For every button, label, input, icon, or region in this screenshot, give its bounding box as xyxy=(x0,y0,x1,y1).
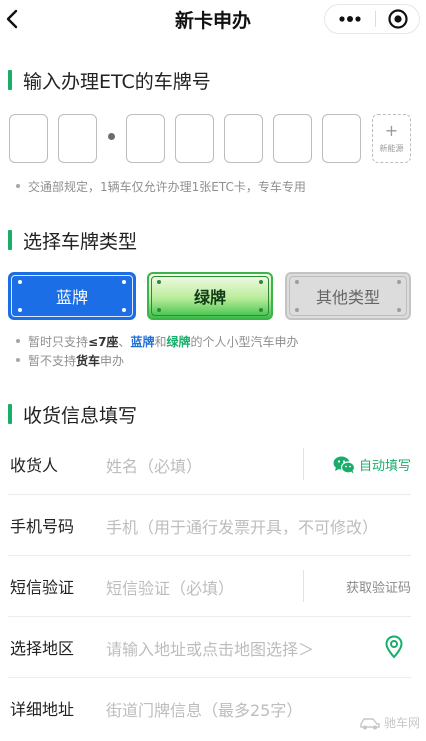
plate-char-input-2[interactable] xyxy=(58,114,97,163)
recipient-label: 收货人 xyxy=(10,456,59,475)
sms-label: 短信验证 xyxy=(10,578,75,597)
plate-char-input-4[interactable] xyxy=(175,114,214,163)
plate-separator-dot xyxy=(108,133,115,140)
autofill-label: 自动填写 xyxy=(358,459,411,474)
rivet-icon xyxy=(18,308,22,312)
truck-text: 货车 xyxy=(76,354,101,368)
field-divider xyxy=(303,570,304,602)
rivet-icon xyxy=(157,280,161,284)
form-row-sms: 短信验证 短信验证（必填） 获取验证码 xyxy=(8,556,411,617)
watermark-text: 驰车网 xyxy=(383,715,420,730)
rivet-icon xyxy=(295,280,299,284)
plate-type-green-button[interactable]: 绿牌 xyxy=(147,272,273,320)
plate-type-label: 绿牌 xyxy=(193,288,226,307)
form-row-address: 详细地址 街道门牌信息（最多25字） xyxy=(8,678,411,739)
section-marker xyxy=(8,230,12,250)
bullet-icon xyxy=(16,183,20,188)
section-marker xyxy=(8,404,12,424)
plate-type-blue-button[interactable]: 蓝牌 xyxy=(8,272,136,320)
navigation-bar: 新卡申办 xyxy=(0,0,426,38)
note-text: 暂不支持 xyxy=(28,354,77,368)
autofill-button[interactable]: 自动填写 xyxy=(333,455,411,474)
address-input[interactable]: 街道门牌信息（最多25字） xyxy=(106,697,302,721)
bullet-icon xyxy=(16,338,20,343)
note-text: 的个人小型汽车申办 xyxy=(190,335,299,349)
plate-type-other-button[interactable]: 其他类型 xyxy=(285,272,411,320)
location-pin-icon xyxy=(385,635,403,659)
green-plate-text: 绿牌 xyxy=(166,335,191,349)
target-close-icon xyxy=(387,9,408,29)
new-energy-plate-input[interactable]: + 新能源 xyxy=(372,114,411,163)
more-button[interactable] xyxy=(325,5,375,33)
plate-rule-text: 交通部规定，1辆车仅允许办理1张ETC卡，专车专用 xyxy=(28,180,306,194)
blue-plate-text: 蓝牌 xyxy=(130,335,155,349)
menu-capsule xyxy=(324,4,420,34)
note-text: 、 xyxy=(118,335,131,349)
plate-type-label: 蓝牌 xyxy=(55,288,88,307)
watermark: 驰车网 xyxy=(359,713,420,731)
phone-input[interactable]: 手机（用于通行发票开具，不可修改） xyxy=(106,514,378,538)
note-text: 申办 xyxy=(100,354,125,368)
address-label: 详细地址 xyxy=(10,700,75,719)
map-location-button[interactable] xyxy=(385,635,403,663)
plate-rule-note: 交通部规定，1辆车仅允许办理1张ETC卡，专车专用 xyxy=(16,178,306,195)
wechat-icon xyxy=(333,456,355,474)
receive-section-title: 收货信息填写 xyxy=(23,405,138,427)
sms-code-input[interactable]: 短信验证（必填） xyxy=(106,575,234,599)
field-divider xyxy=(303,448,304,480)
phone-label: 手机号码 xyxy=(10,517,75,536)
rivet-icon xyxy=(259,308,263,312)
recipient-name-input[interactable]: 姓名（必填） xyxy=(106,453,202,477)
section-marker xyxy=(8,70,12,90)
rivet-icon xyxy=(259,280,263,284)
watermark-logo-icon xyxy=(360,718,380,730)
form-row-region: 选择地区 请输入地址或点击地图选择＞ xyxy=(8,617,411,678)
rivet-icon xyxy=(157,308,161,312)
plate-type-label: 其他类型 xyxy=(315,288,380,307)
form-row-recipient: 收货人 姓名（必填） 自动填写 xyxy=(8,434,411,495)
region-input[interactable]: 请输入地址或点击地图选择＞ xyxy=(106,636,314,660)
bullet-icon xyxy=(16,357,20,362)
close-button[interactable] xyxy=(376,5,419,33)
rivet-icon xyxy=(18,280,22,284)
form-row-phone: 手机号码 手机（用于通行发票开具，不可修改） xyxy=(8,495,411,556)
note-text: 和 xyxy=(154,335,167,349)
rivet-icon xyxy=(295,308,299,312)
new-energy-label: 新能源 xyxy=(379,144,404,153)
plus-icon: + xyxy=(384,121,399,140)
plate-char-input-6[interactable] xyxy=(273,114,312,163)
region-label: 选择地区 xyxy=(10,639,75,658)
plate-char-input-3[interactable] xyxy=(126,114,165,163)
plate-type-note-2: 暂不支持货车申办 xyxy=(16,352,124,369)
more-dots-icon xyxy=(339,16,361,22)
seat-limit-text: ≤7座 xyxy=(88,335,119,349)
plate-char-input-1[interactable] xyxy=(9,114,48,163)
rivet-icon xyxy=(122,280,126,284)
rivet-icon xyxy=(397,308,401,312)
rivet-icon xyxy=(397,280,401,284)
type-section-title: 选择车牌类型 xyxy=(23,231,138,253)
note-text: 暂时只支持 xyxy=(28,335,89,349)
rivet-icon xyxy=(122,308,126,312)
plate-type-note-1: 暂时只支持≤7座、蓝牌和绿牌的个人小型汽车申办 xyxy=(16,333,299,350)
plate-char-input-7[interactable] xyxy=(322,114,361,163)
plate-char-input-5[interactable] xyxy=(224,114,263,163)
get-code-button[interactable]: 获取验证码 xyxy=(346,577,411,596)
plate-section-title: 输入办理ETC的车牌号 xyxy=(23,71,211,93)
